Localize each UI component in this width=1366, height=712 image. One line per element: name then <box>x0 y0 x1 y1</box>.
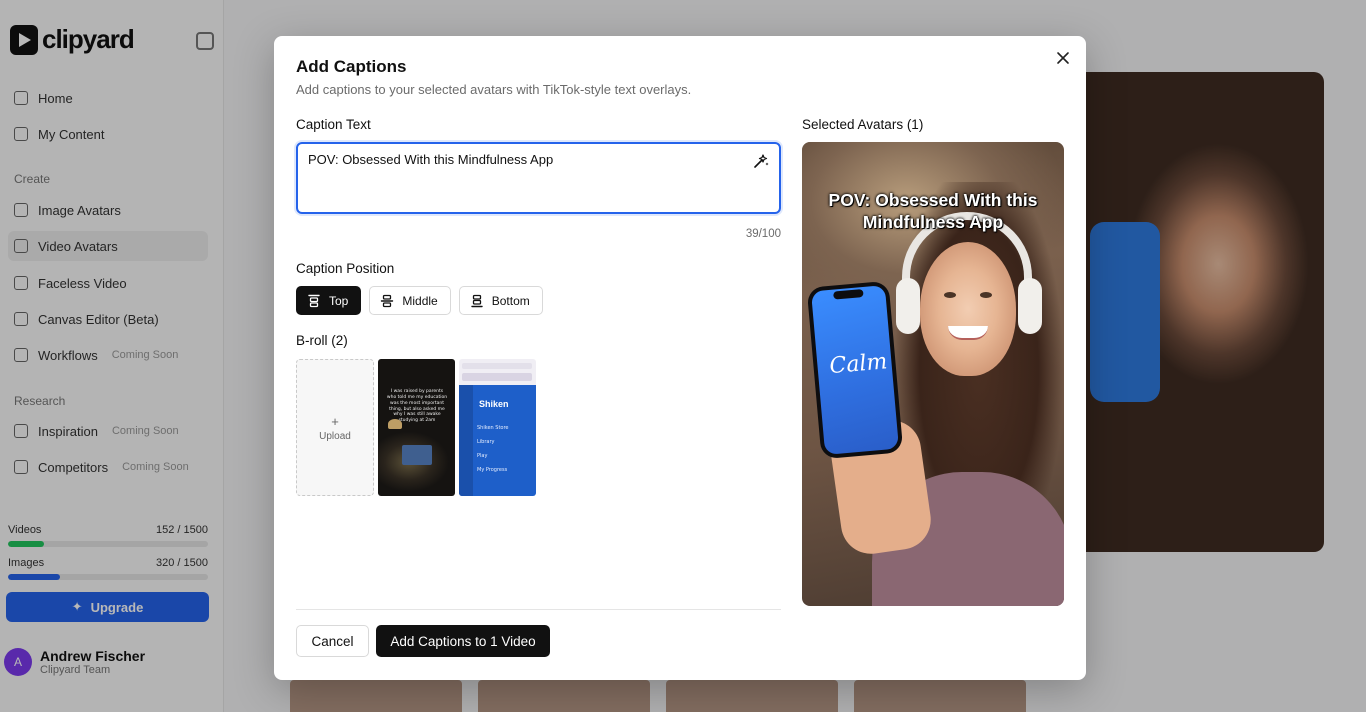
caption-text-label: Caption Text <box>296 117 371 132</box>
upload-label: Upload <box>319 430 351 442</box>
align-top-icon <box>308 294 320 307</box>
preview-eye <box>980 292 992 298</box>
align-bottom-icon <box>471 294 483 307</box>
add-captions-dialog: Add Captions Add captions to your select… <box>274 36 1086 680</box>
preview-eye <box>944 292 956 298</box>
avatar-preview: Calm POV: Obsessed With this Mindfulness… <box>802 142 1064 606</box>
position-label: Top <box>329 293 349 308</box>
close-button[interactable] <box>1052 48 1074 70</box>
browser-bar <box>462 363 532 369</box>
phone-image: Calm <box>806 280 904 460</box>
align-middle-icon <box>381 294 394 307</box>
preview-caption: POV: Obsessed With this Mindfulness App <box>828 190 1038 232</box>
broll-brand: Shiken <box>479 399 509 409</box>
broll-menu-item: My Progress <box>477 467 508 473</box>
position-label: Bottom <box>491 293 530 308</box>
caption-text-wrapper: POV: Obsessed With this Mindfulness App <box>296 142 781 214</box>
broll-menu-item: Play <box>477 453 488 459</box>
laptop-image <box>402 445 432 465</box>
phone-app-logo: Calm <box>828 349 889 380</box>
selected-avatars-label: Selected Avatars (1) <box>802 117 924 132</box>
caption-position-group: Top Middle Bottom <box>296 286 543 315</box>
browser-tabs <box>462 373 532 381</box>
cancel-button[interactable]: Cancel <box>296 625 369 657</box>
preview-face <box>920 242 1016 376</box>
add-captions-button[interactable]: Add Captions to 1 Video <box>376 625 550 657</box>
upload-broll-button[interactable]: + Upload <box>296 359 374 496</box>
broll-menu-item: Library <box>477 439 495 445</box>
caption-text-input[interactable]: POV: Obsessed With this Mindfulness App <box>298 144 779 212</box>
position-middle-button[interactable]: Middle <box>369 286 451 315</box>
lamp-image <box>388 419 402 429</box>
position-bottom-button[interactable]: Bottom <box>458 286 543 315</box>
caption-position-label: Caption Position <box>296 261 395 276</box>
plus-icon: + <box>331 413 339 429</box>
broll-thumbnail[interactable]: Shiken Shiken Store Library Play My Prog… <box>459 359 536 496</box>
broll-menu-item: Shiken Store <box>477 425 509 431</box>
dialog-description: Add captions to your selected avatars wi… <box>296 82 692 97</box>
close-icon <box>1057 51 1069 64</box>
dialog-title: Add Captions <box>296 57 407 76</box>
headphone-cup <box>1018 278 1042 334</box>
footer-divider <box>296 609 781 610</box>
app-sidebar <box>459 385 473 496</box>
broll-list: + Upload I was raised by parents who tol… <box>296 359 536 496</box>
char-counter: 39/100 <box>745 228 781 240</box>
position-label: Middle <box>402 293 438 308</box>
headphone-cup <box>896 278 920 334</box>
broll-menu: Shiken Store Library Play My Progress <box>477 421 509 477</box>
phone-screen: Calm <box>810 285 900 455</box>
broll-label: B-roll (2) <box>296 333 348 348</box>
position-top-button[interactable]: Top <box>296 286 362 315</box>
broll-thumbnail[interactable]: I was raised by parents who told me my e… <box>378 359 455 496</box>
magic-wand-icon[interactable] <box>753 153 769 169</box>
